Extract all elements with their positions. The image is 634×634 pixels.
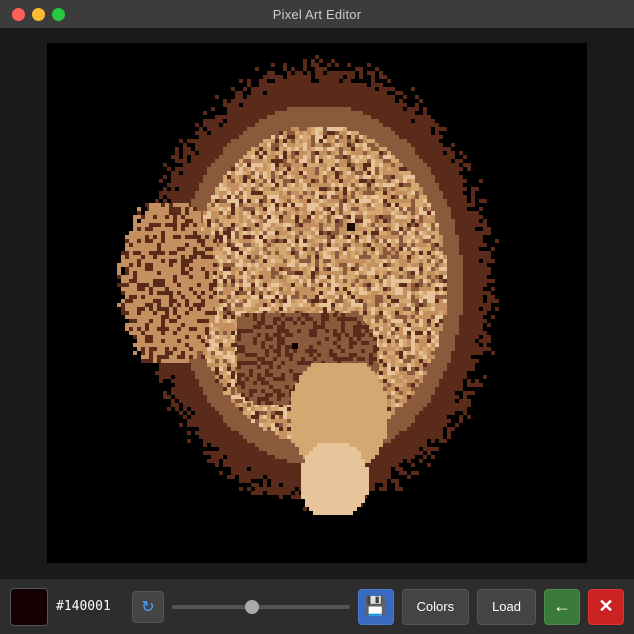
maximize-window-button[interactable] <box>52 8 65 21</box>
slider-thumb[interactable] <box>245 600 259 614</box>
pixel-art-canvas[interactable] <box>47 43 587 563</box>
canvas-area <box>0 28 634 578</box>
toolbar: #140001 ↻ 💾 Colors Load ← ✕ <box>0 578 634 634</box>
load-button[interactable]: Load <box>477 589 536 625</box>
close-window-button[interactable] <box>12 8 25 21</box>
save-icon: 💾 <box>364 596 386 617</box>
title-bar: Pixel Art Editor <box>0 0 634 28</box>
undo-button[interactable]: ← <box>544 589 580 625</box>
pixel-canvas-container[interactable] <box>47 43 587 563</box>
current-color-swatch[interactable] <box>10 588 48 626</box>
window-controls <box>12 8 65 21</box>
color-hex-value: #140001 <box>56 599 124 614</box>
minimize-window-button[interactable] <box>32 8 45 21</box>
save-button[interactable]: 💾 <box>358 589 394 625</box>
undo-icon: ← <box>553 596 571 617</box>
refresh-icon: ↻ <box>141 597 154 617</box>
colors-button[interactable]: Colors <box>402 589 470 625</box>
zoom-slider-container[interactable] <box>172 605 350 609</box>
close-icon: ✕ <box>598 596 613 617</box>
close-editor-button[interactable]: ✕ <box>588 589 624 625</box>
slider-track <box>172 605 350 609</box>
window-title: Pixel Art Editor <box>273 7 361 22</box>
refresh-button[interactable]: ↻ <box>132 591 164 623</box>
